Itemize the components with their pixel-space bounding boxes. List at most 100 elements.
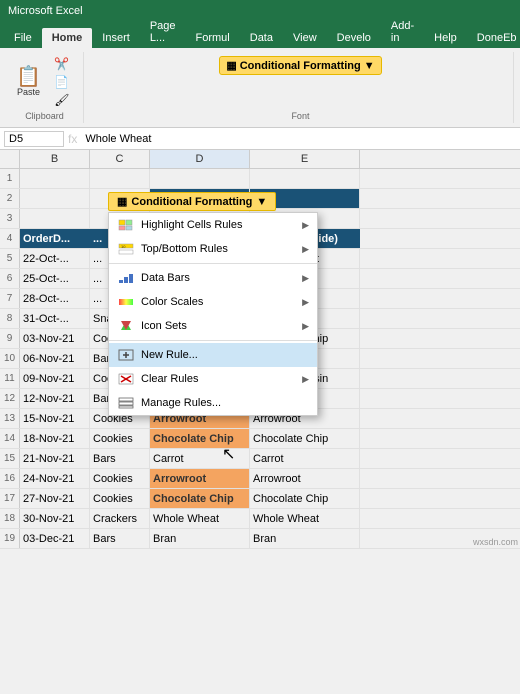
row-number: 14 <box>0 429 20 448</box>
data-bars-svg <box>118 272 134 284</box>
clear-rules-icon <box>117 372 135 386</box>
row-number: 2 <box>0 189 20 208</box>
cell-b6[interactable]: 25-Oct-... <box>20 269 90 288</box>
cell-b17[interactable]: 27-Nov-21 <box>20 489 90 508</box>
cell-c18[interactable]: Crackers <box>90 509 150 528</box>
col-header-c[interactable]: C <box>90 150 150 168</box>
cell-b3[interactable] <box>20 209 90 228</box>
paste-button[interactable]: 📋 Paste <box>12 65 45 99</box>
manage-rules-svg <box>118 397 134 409</box>
tab-formulas[interactable]: Formul <box>186 28 240 48</box>
cell-c15[interactable]: Bars <box>90 449 150 468</box>
cf-menu-item-clear-rules[interactable]: Clear Rules ▶ <box>109 367 317 391</box>
cell-e15[interactable]: Carrot <box>250 449 360 468</box>
cell-e19[interactable]: Bran <box>250 529 360 548</box>
cell-c14[interactable]: Cookies <box>90 429 150 448</box>
col-header-e[interactable]: E <box>250 150 360 168</box>
cf-icon: ▦ <box>226 59 236 72</box>
cell-c19[interactable]: Bars <box>90 529 150 548</box>
cell-e2[interactable] <box>250 189 360 208</box>
cell-b4[interactable]: OrderD... <box>20 229 90 248</box>
cf-menu-item-top-bottom[interactable]: 10 Top/Bottom Rules ▶ <box>109 237 317 261</box>
row-number: 11 <box>0 369 20 388</box>
manage-rules-label: Manage Rules... <box>141 397 221 409</box>
cell-e16[interactable]: Arrowroot <box>250 469 360 488</box>
cell-e17[interactable]: Chocolate Chip <box>250 489 360 508</box>
cf-menu-item-new-rule[interactable]: New Rule... <box>109 343 317 367</box>
cf-item-left: Data Bars <box>117 271 190 285</box>
table-row: 16 24-Nov-21 Cookies Arrowroot Arrowroot <box>0 469 520 489</box>
cell-d19[interactable]: Bran <box>150 529 250 548</box>
cell-d2[interactable]: Conditional Formatting <box>150 189 250 208</box>
row-number: 6 <box>0 269 20 288</box>
format-painter-button[interactable]: 🖌 <box>47 92 77 108</box>
cf-item-left: Clear Rules <box>117 372 198 386</box>
tab-file[interactable]: File <box>4 28 42 48</box>
tab-data[interactable]: Data <box>240 28 283 48</box>
cell-d16[interactable]: Arrowroot <box>150 469 250 488</box>
cf-item-left: Highlight Cells Rules <box>117 218 243 232</box>
tab-view[interactable]: View <box>283 28 327 48</box>
highlight-cells-label: Highlight Cells Rules <box>141 219 243 231</box>
cf-item-left: Color Scales <box>117 295 203 309</box>
cf-menu-item-data-bars[interactable]: Data Bars ▶ <box>109 266 317 290</box>
cell-b5[interactable]: 22-Oct-... <box>20 249 90 268</box>
top-bottom-svg: 10 <box>118 243 134 255</box>
tab-insert[interactable]: Insert <box>92 28 140 48</box>
cell-b2[interactable] <box>20 189 90 208</box>
cell-b1[interactable] <box>20 169 90 188</box>
cell-b8[interactable]: 31-Oct-... <box>20 309 90 328</box>
cell-e18[interactable]: Whole Wheat <box>250 509 360 528</box>
row-number: 17 <box>0 489 20 508</box>
col-header-d[interactable]: D <box>150 150 250 168</box>
cell-c16[interactable]: Cookies <box>90 469 150 488</box>
data-bars-chevron: ▶ <box>302 273 309 284</box>
conditional-formatting-ribbon-btn[interactable]: ▦ Conditional Formatting ▼ <box>219 56 381 75</box>
cf-menu-item-icon-sets[interactable]: Icon Sets ▶ <box>109 314 317 338</box>
cell-b13[interactable]: 15-Nov-21 <box>20 409 90 428</box>
spreadsheet: B C D E 1 2 Conditional Formatting 3 <box>0 150 520 549</box>
cell-e14[interactable]: Chocolate Chip <box>250 429 360 448</box>
copy-button[interactable]: 📄 <box>47 74 77 90</box>
cell-d17[interactable]: Chocolate Chip <box>150 489 250 508</box>
cell-b18[interactable]: 30-Nov-21 <box>20 509 90 528</box>
clipboard-items: 📋 Paste ✂️ 📄 🖌 <box>12 54 77 109</box>
cell-c2[interactable] <box>90 189 150 208</box>
cell-d15[interactable]: Carrot <box>150 449 250 468</box>
tab-addins[interactable]: Add-in <box>381 16 424 48</box>
cell-b14[interactable]: 18-Nov-21 <box>20 429 90 448</box>
cell-b11[interactable]: 09-Nov-21 <box>20 369 90 388</box>
corner-header <box>0 150 20 168</box>
cf-menu-item-highlight-cells[interactable]: Highlight Cells Rules ▶ <box>109 213 317 237</box>
tab-home[interactable]: Home <box>42 28 93 48</box>
cell-b9[interactable]: 03-Nov-21 <box>20 329 90 348</box>
cell-b12[interactable]: 12-Nov-21 <box>20 389 90 408</box>
cell-c1[interactable] <box>90 169 150 188</box>
tab-developer[interactable]: Develo <box>327 28 381 48</box>
formula-input[interactable] <box>81 132 516 146</box>
cf-dropdown-menu[interactable]: Highlight Cells Rules ▶ 10 Top/Bottom Ru… <box>108 212 318 416</box>
svg-text:10: 10 <box>121 244 126 249</box>
cell-d18[interactable]: Whole Wheat <box>150 509 250 528</box>
cf-menu-item-color-scales[interactable]: Color Scales ▶ <box>109 290 317 314</box>
tab-help[interactable]: Help <box>424 28 467 48</box>
cell-d14[interactable]: Chocolate Chip <box>150 429 250 448</box>
tab-doneeb[interactable]: DoneEb <box>467 28 520 48</box>
cell-b15[interactable]: 21-Nov-21 <box>20 449 90 468</box>
ribbon-group-clipboard: 📋 Paste ✂️ 📄 🖌 Clipboard <box>6 52 84 123</box>
cell-b7[interactable]: 28-Oct-... <box>20 289 90 308</box>
cf-menu-item-manage-rules[interactable]: Manage Rules... <box>109 391 317 415</box>
cf-arrow: ▼ <box>364 60 375 72</box>
cell-c17[interactable]: Cookies <box>90 489 150 508</box>
cell-reference-input[interactable] <box>4 131 64 147</box>
highlight-cells-chevron: ▶ <box>302 220 309 231</box>
cell-b10[interactable]: 06-Nov-21 <box>20 349 90 368</box>
col-header-b[interactable]: B <box>20 150 90 168</box>
tab-pagelayout[interactable]: Page L... <box>140 16 186 48</box>
cell-b16[interactable]: 24-Nov-21 <box>20 469 90 488</box>
cut-button[interactable]: ✂️ <box>47 56 77 72</box>
cell-b19[interactable]: 03-Dec-21 <box>20 529 90 548</box>
cell-d1[interactable] <box>150 169 250 188</box>
icon-sets-icon <box>117 319 135 333</box>
cell-e1[interactable] <box>250 169 360 188</box>
